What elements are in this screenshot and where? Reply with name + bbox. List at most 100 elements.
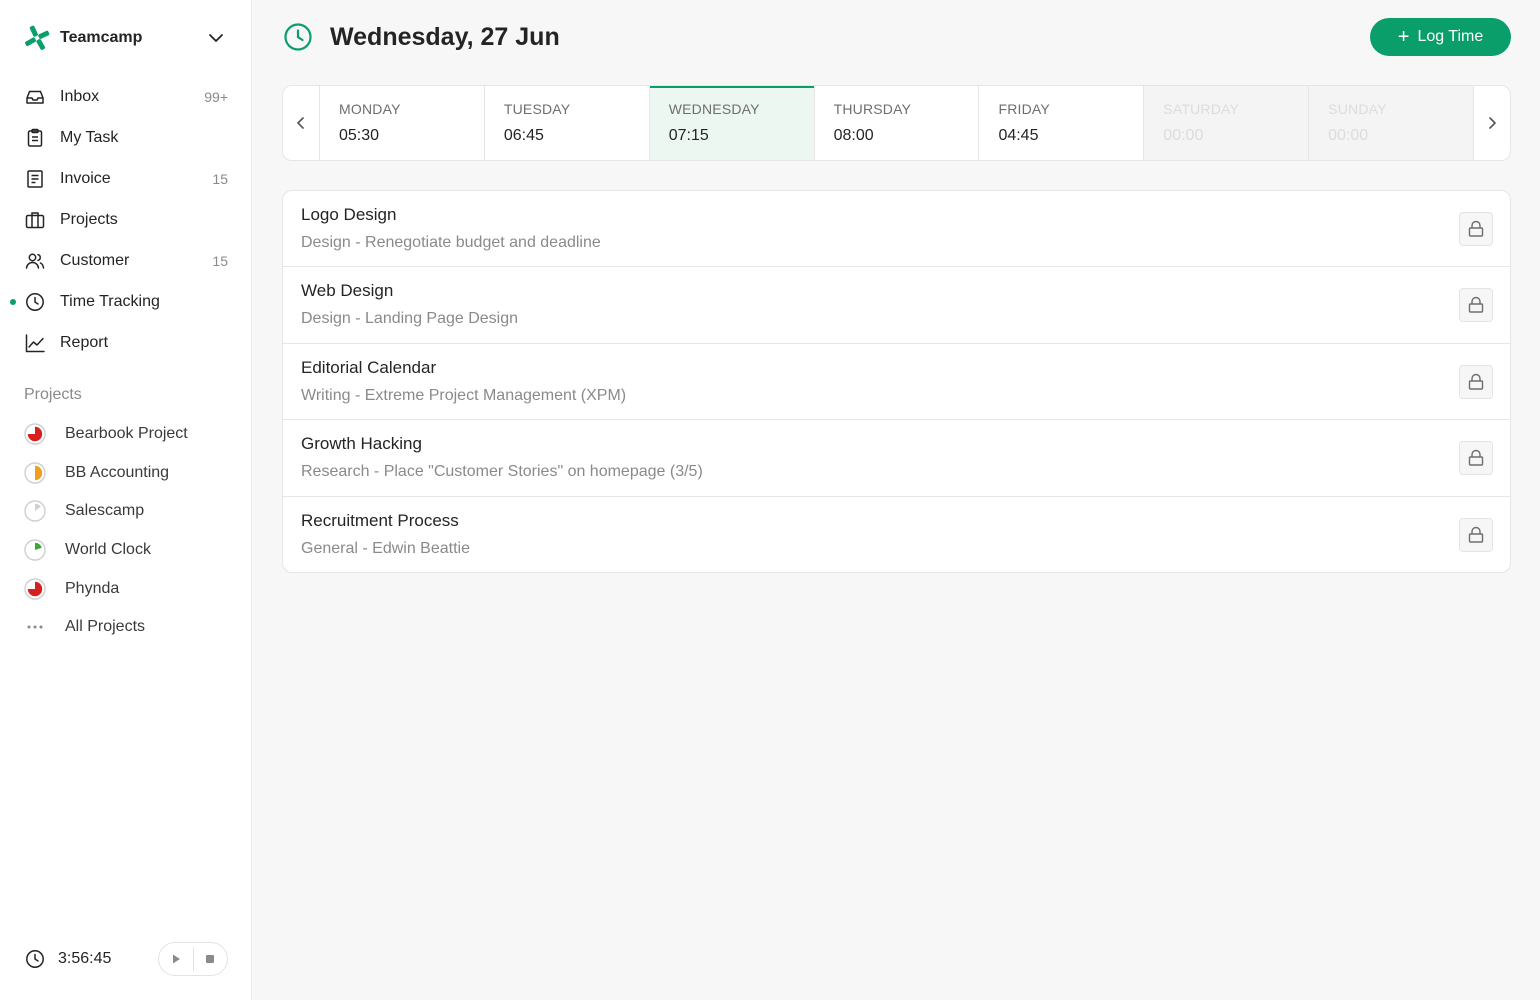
briefcase-icon — [24, 209, 46, 231]
nav-item-time-tracking[interactable]: Time Tracking — [0, 281, 252, 322]
day-name: THURSDAY — [833, 101, 912, 117]
stop-button[interactable] — [194, 943, 228, 975]
nav-item-inbox[interactable]: Inbox 99+ — [0, 76, 252, 117]
chevron-right-icon — [1489, 117, 1496, 129]
project-label: World Clock — [65, 541, 151, 559]
project-item[interactable]: BB Accounting — [0, 454, 252, 493]
nav-label: Inbox — [60, 87, 100, 105]
nav-label: Time Tracking — [60, 292, 160, 310]
day-total: 06:45 — [503, 127, 544, 144]
projects-heading: Projects — [24, 386, 82, 403]
day-total: 05:30 — [339, 127, 380, 144]
day-name: TUESDAY — [503, 101, 571, 117]
all-projects-link[interactable]: All Projects — [0, 608, 252, 647]
nav-item-report[interactable]: Report — [0, 322, 252, 363]
day-tab-sunday[interactable]: SUNDAY 00:00 — [1308, 86, 1475, 160]
entry-subtitle: General - Edwin Beattie — [301, 539, 470, 557]
nav-label: Customer — [60, 251, 130, 269]
next-week-button[interactable] — [1474, 86, 1510, 160]
workspace-switcher[interactable]: Teamcamp — [22, 22, 226, 54]
chart-line-icon — [24, 332, 46, 354]
progress-pie-icon — [24, 500, 46, 523]
main-nav: Inbox 99+ My Task Invoice 15 Projects Cu… — [0, 76, 252, 363]
time-entry[interactable]: Logo Design Design - Renegotiate budget … — [283, 191, 1510, 268]
day-name: FRIDAY — [998, 101, 1050, 117]
page-title: Wednesday, 27 Jun — [330, 23, 560, 51]
workspace-name: Teamcamp — [60, 29, 143, 46]
clock-icon — [284, 23, 312, 51]
lock-icon — [1468, 220, 1484, 237]
nav-item-customer[interactable]: Customer 15 — [0, 240, 252, 281]
day-tab-friday[interactable]: FRIDAY 04:45 — [978, 86, 1143, 160]
play-button[interactable] — [159, 943, 193, 975]
day-tab-monday[interactable]: MONDAY 05:30 — [319, 86, 484, 160]
entry-subtitle: Design - Landing Page Design — [301, 310, 519, 328]
stop-icon — [206, 955, 215, 963]
day-total: 04:45 — [998, 127, 1039, 144]
entry-title: Editorial Calendar — [301, 357, 437, 377]
time-entry-list: Logo Design Design - Renegotiate budget … — [282, 190, 1511, 573]
clipboard-icon — [24, 127, 46, 149]
entry-title: Recruitment Process — [301, 510, 459, 530]
entry-subtitle: Research - Place "Customer Stories" on h… — [301, 463, 703, 481]
day-tab-saturday[interactable]: SATURDAY 00:00 — [1143, 86, 1309, 160]
nav-label: Projects — [60, 210, 118, 228]
nav-item-projects[interactable]: Projects — [0, 199, 252, 240]
lock-button[interactable] — [1459, 288, 1493, 323]
lock-icon — [1468, 449, 1484, 466]
day-tab-tuesday[interactable]: TUESDAY 06:45 — [483, 86, 649, 160]
teamcamp-logo-icon — [25, 25, 50, 50]
progress-pie-icon — [24, 462, 46, 484]
nav-count: 99+ — [204, 88, 228, 105]
timer-value: 3:56:45 — [58, 950, 112, 967]
project-label: BB Accounting — [65, 463, 170, 481]
log-time-label: Log Time — [1417, 28, 1484, 45]
time-entry[interactable]: Editorial Calendar Writing - Extreme Pro… — [283, 344, 1510, 421]
nav-label: Report — [60, 333, 109, 351]
time-entry[interactable]: Growth Hacking Research - Place "Custome… — [283, 420, 1510, 497]
lock-button[interactable] — [1459, 441, 1493, 476]
invoice-icon — [24, 168, 46, 190]
progress-pie-icon — [24, 577, 46, 600]
day-total: 08:00 — [833, 127, 874, 144]
project-label: Phynda — [65, 579, 120, 597]
more-horizontal-icon — [27, 625, 43, 629]
lock-icon — [1468, 526, 1484, 543]
entry-title: Web Design — [301, 281, 394, 301]
progress-pie-icon — [24, 423, 46, 445]
project-list: Bearbook Project BB Accounting Salescamp… — [0, 415, 252, 647]
project-item[interactable]: Salescamp — [0, 492, 252, 531]
users-icon — [24, 250, 46, 272]
inbox-icon — [24, 86, 46, 108]
day-name: WEDNESDAY — [668, 101, 760, 117]
time-entry[interactable]: Web Design Design - Landing Page Design — [283, 267, 1510, 344]
nav-label: Invoice — [60, 169, 111, 187]
project-item[interactable]: World Clock — [0, 531, 252, 570]
chevron-down-icon[interactable] — [206, 28, 226, 48]
lock-button[interactable] — [1459, 212, 1493, 246]
entry-subtitle: Design - Renegotiate budget and deadline — [301, 234, 601, 251]
lock-button[interactable] — [1459, 517, 1493, 552]
prev-week-button[interactable] — [283, 86, 319, 160]
nav-count: 15 — [212, 170, 228, 187]
day-total: 00:00 — [1163, 127, 1204, 144]
project-item[interactable]: Phynda — [0, 569, 252, 608]
time-entry[interactable]: Recruitment Process General - Edwin Beat… — [283, 497, 1510, 572]
project-item[interactable]: Bearbook Project — [0, 415, 252, 454]
log-time-button[interactable]: + Log Time — [1370, 18, 1511, 56]
project-label: Salescamp — [65, 502, 145, 520]
active-indicator — [10, 299, 16, 305]
plus-icon: + — [1397, 26, 1410, 48]
project-label: Bearbook Project — [65, 425, 188, 443]
nav-item-my-task[interactable]: My Task — [0, 117, 252, 158]
day-tab-wednesday[interactable]: WEDNESDAY 07:15 — [648, 86, 814, 160]
lock-icon — [1468, 297, 1484, 314]
lock-button[interactable] — [1459, 364, 1493, 399]
chevron-left-icon — [297, 117, 304, 129]
day-name: SUNDAY — [1328, 101, 1387, 117]
sidebar: Teamcamp Inbox 99+ My Task Invoice 15 Pr… — [0, 0, 252, 1000]
nav-item-invoice[interactable]: Invoice 15 — [0, 158, 252, 199]
project-label: All Projects — [65, 618, 146, 636]
day-tab-thursday[interactable]: THURSDAY 08:00 — [813, 86, 979, 160]
day-total: 07:15 — [668, 127, 709, 144]
